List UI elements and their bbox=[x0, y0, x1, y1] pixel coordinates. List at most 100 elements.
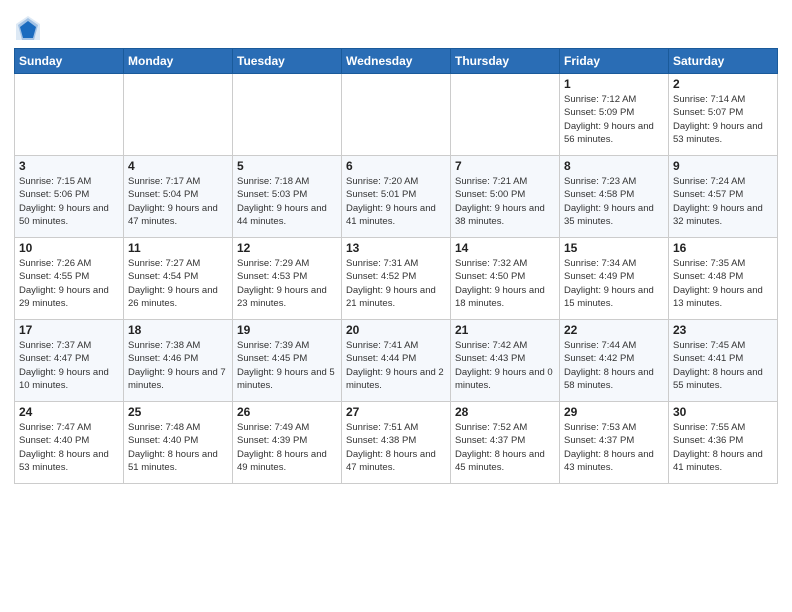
calendar-cell: 19 Sunrise: 7:39 AM Sunset: 4:45 PM Dayli… bbox=[233, 320, 342, 402]
calendar-cell: 20 Sunrise: 7:41 AM Sunset: 4:44 PM Dayli… bbox=[342, 320, 451, 402]
calendar-cell: 10 Sunrise: 7:26 AM Sunset: 4:55 PM Dayli… bbox=[15, 238, 124, 320]
calendar-cell: 28Sunrise: 7:52 AM Sunset: 4:37 PM Dayli… bbox=[451, 402, 560, 484]
day-info: Sunrise: 7:34 AM Sunset: 4:49 PM Dayligh… bbox=[564, 257, 664, 310]
day-info: Sunrise: 7:49 AM Sunset: 4:39 PM Dayligh… bbox=[237, 421, 337, 474]
day-number: 25 bbox=[128, 405, 228, 419]
day-number: 22 bbox=[564, 323, 664, 337]
day-number: 21 bbox=[455, 323, 555, 337]
day-info: Sunrise: 7:53 AM Sunset: 4:37 PM Dayligh… bbox=[564, 421, 664, 474]
calendar-cell: 9 Sunrise: 7:24 AM Sunset: 4:57 PM Daylig… bbox=[669, 156, 778, 238]
day-number: 15 bbox=[564, 241, 664, 255]
day-number: 1 bbox=[564, 77, 664, 91]
day-info: Sunrise: 7:55 AM Sunset: 4:36 PM Dayligh… bbox=[673, 421, 773, 474]
day-number: 2 bbox=[673, 77, 773, 91]
day-info: Sunrise: 7:41 AM Sunset: 4:44 PM Dayligh… bbox=[346, 339, 446, 392]
header bbox=[14, 10, 778, 42]
calendar-header-monday: Monday bbox=[124, 49, 233, 74]
day-info: Sunrise: 7:37 AM Sunset: 4:47 PM Dayligh… bbox=[19, 339, 119, 392]
day-number: 8 bbox=[564, 159, 664, 173]
calendar-cell bbox=[233, 74, 342, 156]
calendar-cell: 16Sunrise: 7:35 AM Sunset: 4:48 PM Dayli… bbox=[669, 238, 778, 320]
calendar-cell: 21 Sunrise: 7:42 AM Sunset: 4:43 PM Dayli… bbox=[451, 320, 560, 402]
calendar-cell: 17 Sunrise: 7:37 AM Sunset: 4:47 PM Dayli… bbox=[15, 320, 124, 402]
calendar-cell bbox=[451, 74, 560, 156]
day-info: Sunrise: 7:52 AM Sunset: 4:37 PM Dayligh… bbox=[455, 421, 555, 474]
day-number: 10 bbox=[19, 241, 119, 255]
calendar-header-saturday: Saturday bbox=[669, 49, 778, 74]
calendar-cell: 15 Sunrise: 7:34 AM Sunset: 4:49 PM Dayli… bbox=[560, 238, 669, 320]
day-info: Sunrise: 7:48 AM Sunset: 4:40 PM Dayligh… bbox=[128, 421, 228, 474]
day-number: 17 bbox=[19, 323, 119, 337]
day-info: Sunrise: 7:38 AM Sunset: 4:46 PM Dayligh… bbox=[128, 339, 228, 392]
day-number: 19 bbox=[237, 323, 337, 337]
day-number: 5 bbox=[237, 159, 337, 173]
calendar-cell: 22 Sunrise: 7:44 AM Sunset: 4:42 PM Dayli… bbox=[560, 320, 669, 402]
day-number: 14 bbox=[455, 241, 555, 255]
day-info: Sunrise: 7:42 AM Sunset: 4:43 PM Dayligh… bbox=[455, 339, 555, 392]
day-number: 6 bbox=[346, 159, 446, 173]
day-info: Sunrise: 7:21 AM Sunset: 5:00 PM Dayligh… bbox=[455, 175, 555, 228]
calendar-table: SundayMondayTuesdayWednesdayThursdayFrid… bbox=[14, 48, 778, 484]
day-info: Sunrise: 7:35 AM Sunset: 4:48 PM Dayligh… bbox=[673, 257, 773, 310]
calendar-cell bbox=[15, 74, 124, 156]
day-number: 7 bbox=[455, 159, 555, 173]
day-info: Sunrise: 7:17 AM Sunset: 5:04 PM Dayligh… bbox=[128, 175, 228, 228]
calendar-cell: 29 Sunrise: 7:53 AM Sunset: 4:37 PM Dayli… bbox=[560, 402, 669, 484]
day-info: Sunrise: 7:26 AM Sunset: 4:55 PM Dayligh… bbox=[19, 257, 119, 310]
day-number: 29 bbox=[564, 405, 664, 419]
day-number: 18 bbox=[128, 323, 228, 337]
day-number: 9 bbox=[673, 159, 773, 173]
day-number: 27 bbox=[346, 405, 446, 419]
day-number: 3 bbox=[19, 159, 119, 173]
day-info: Sunrise: 7:15 AM Sunset: 5:06 PM Dayligh… bbox=[19, 175, 119, 228]
day-info: Sunrise: 7:12 AM Sunset: 5:09 PM Dayligh… bbox=[564, 93, 664, 146]
calendar-cell: 12Sunrise: 7:29 AM Sunset: 4:53 PM Dayli… bbox=[233, 238, 342, 320]
calendar-cell: 13Sunrise: 7:31 AM Sunset: 4:52 PM Dayli… bbox=[342, 238, 451, 320]
day-info: Sunrise: 7:31 AM Sunset: 4:52 PM Dayligh… bbox=[346, 257, 446, 310]
day-number: 4 bbox=[128, 159, 228, 173]
day-number: 26 bbox=[237, 405, 337, 419]
calendar-cell: 23 Sunrise: 7:45 AM Sunset: 4:41 PM Dayli… bbox=[669, 320, 778, 402]
day-info: Sunrise: 7:24 AM Sunset: 4:57 PM Dayligh… bbox=[673, 175, 773, 228]
calendar-cell: 1 Sunrise: 7:12 AM Sunset: 5:09 PM Daylig… bbox=[560, 74, 669, 156]
calendar-cell: 11Sunrise: 7:27 AM Sunset: 4:54 PM Dayli… bbox=[124, 238, 233, 320]
page-container: SundayMondayTuesdayWednesdayThursdayFrid… bbox=[0, 0, 792, 612]
calendar-cell: 25 Sunrise: 7:48 AM Sunset: 4:40 PM Dayli… bbox=[124, 402, 233, 484]
day-info: Sunrise: 7:39 AM Sunset: 4:45 PM Dayligh… bbox=[237, 339, 337, 392]
calendar-cell: 27 Sunrise: 7:51 AM Sunset: 4:38 PM Dayli… bbox=[342, 402, 451, 484]
day-number: 24 bbox=[19, 405, 119, 419]
day-info: Sunrise: 7:47 AM Sunset: 4:40 PM Dayligh… bbox=[19, 421, 119, 474]
day-info: Sunrise: 7:14 AM Sunset: 5:07 PM Dayligh… bbox=[673, 93, 773, 146]
day-info: Sunrise: 7:45 AM Sunset: 4:41 PM Dayligh… bbox=[673, 339, 773, 392]
calendar-header-row: SundayMondayTuesdayWednesdayThursdayFrid… bbox=[15, 49, 778, 74]
calendar-cell: 2 Sunrise: 7:14 AM Sunset: 5:07 PM Daylig… bbox=[669, 74, 778, 156]
calendar-cell: 8Sunrise: 7:23 AM Sunset: 4:58 PM Daylig… bbox=[560, 156, 669, 238]
logo-icon bbox=[14, 14, 42, 42]
calendar-header-tuesday: Tuesday bbox=[233, 49, 342, 74]
day-number: 30 bbox=[673, 405, 773, 419]
calendar-cell: 7 Sunrise: 7:21 AM Sunset: 5:00 PM Daylig… bbox=[451, 156, 560, 238]
calendar-header-wednesday: Wednesday bbox=[342, 49, 451, 74]
day-info: Sunrise: 7:51 AM Sunset: 4:38 PM Dayligh… bbox=[346, 421, 446, 474]
calendar-cell: 30 Sunrise: 7:55 AM Sunset: 4:36 PM Dayli… bbox=[669, 402, 778, 484]
day-info: Sunrise: 7:29 AM Sunset: 4:53 PM Dayligh… bbox=[237, 257, 337, 310]
calendar-week-3: 10 Sunrise: 7:26 AM Sunset: 4:55 PM Dayli… bbox=[15, 238, 778, 320]
calendar-cell: 14 Sunrise: 7:32 AM Sunset: 4:50 PM Dayli… bbox=[451, 238, 560, 320]
calendar-cell: 26 Sunrise: 7:49 AM Sunset: 4:39 PM Dayli… bbox=[233, 402, 342, 484]
calendar-header-friday: Friday bbox=[560, 49, 669, 74]
day-number: 11 bbox=[128, 241, 228, 255]
day-info: Sunrise: 7:18 AM Sunset: 5:03 PM Dayligh… bbox=[237, 175, 337, 228]
calendar-cell: 18 Sunrise: 7:38 AM Sunset: 4:46 PM Dayli… bbox=[124, 320, 233, 402]
day-info: Sunrise: 7:32 AM Sunset: 4:50 PM Dayligh… bbox=[455, 257, 555, 310]
day-info: Sunrise: 7:20 AM Sunset: 5:01 PM Dayligh… bbox=[346, 175, 446, 228]
calendar-cell: 24 Sunrise: 7:47 AM Sunset: 4:40 PM Dayli… bbox=[15, 402, 124, 484]
day-number: 20 bbox=[346, 323, 446, 337]
calendar-cell: 4 Sunrise: 7:17 AM Sunset: 5:04 PM Daylig… bbox=[124, 156, 233, 238]
day-number: 23 bbox=[673, 323, 773, 337]
calendar-header-thursday: Thursday bbox=[451, 49, 560, 74]
calendar-week-4: 17 Sunrise: 7:37 AM Sunset: 4:47 PM Dayli… bbox=[15, 320, 778, 402]
calendar-cell: 3 Sunrise: 7:15 AM Sunset: 5:06 PM Daylig… bbox=[15, 156, 124, 238]
calendar-header-sunday: Sunday bbox=[15, 49, 124, 74]
day-info: Sunrise: 7:44 AM Sunset: 4:42 PM Dayligh… bbox=[564, 339, 664, 392]
calendar-week-1: 1 Sunrise: 7:12 AM Sunset: 5:09 PM Daylig… bbox=[15, 74, 778, 156]
